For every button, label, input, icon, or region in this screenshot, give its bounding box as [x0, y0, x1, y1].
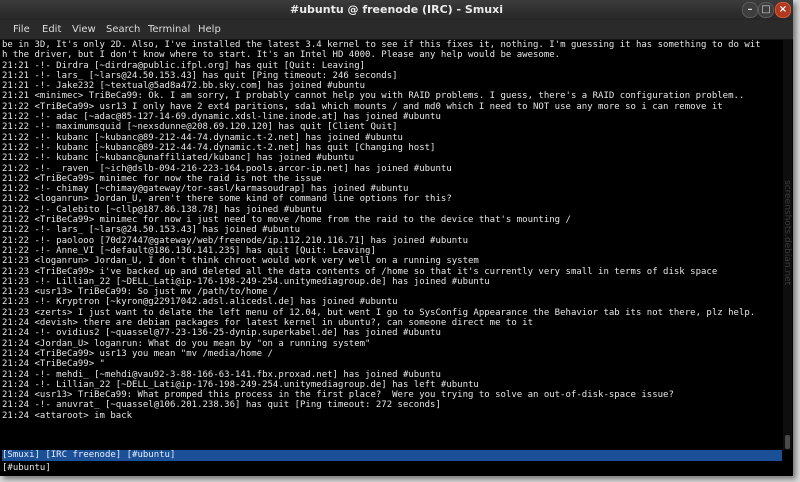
- maximize-icon[interactable]: □: [758, 2, 774, 18]
- log-line: 21:24 <TriBeCa99> ": [2, 359, 105, 370]
- log-line: 21:21 <minimec> TriBeCa99: Ok. I am sorr…: [2, 91, 745, 102]
- log-line: 21:22 <TriBeCa99> minimec for now i just…: [2, 215, 571, 226]
- log-line: 21:22 <TriBeCa99> minimec for now the ra…: [2, 173, 322, 184]
- menu-bar: File Edit View Search Terminal Help: [0, 20, 793, 40]
- log-line: 21:22 -!- chimay [~chimay@gateway/tor-sa…: [2, 184, 409, 195]
- log-line: 21:22 -!- kubanc [~kubanc@unaffiliated/k…: [2, 153, 355, 164]
- minimize-icon[interactable]: –: [742, 2, 758, 18]
- log-line: 21:24 -!- Lillian_22 [~DELL_Lati@ip-176-…: [2, 379, 479, 390]
- menu-edit[interactable]: Edit: [42, 24, 61, 35]
- title-bar: #ubuntu @ freenode (IRC) - Smuxi – □ ×: [0, 0, 793, 20]
- log-line: 21:24 <TriBeCa99> usr13 you mean "mv /me…: [2, 348, 273, 359]
- log-line: be in 3D, It's only 2D. Also, I've insta…: [2, 40, 761, 50]
- log-line: 21:22 <TriBeCa99> usr13 I only have 2 ex…: [2, 101, 723, 112]
- log-line: 21:23 <loganrun> Jordan_U, I don't think…: [2, 256, 479, 267]
- status-line: [Smuxi] [IRC freenode] [#ubuntu]: [2, 450, 782, 461]
- log-line: 21:24 -!- mehdi_ [~mehdi@vau92-3-88-166-…: [2, 369, 441, 380]
- log-line: 21:23 -!- Lillian_22 [~DELL_Lati@ip-176-…: [2, 276, 490, 287]
- log-line: 21:21 -!- Jake232 [~textual@5ad8a472.bb.…: [2, 81, 366, 92]
- log-line: 21:22 -!- paolooo [70d27447@gateway/web/…: [2, 235, 468, 246]
- menu-search[interactable]: Search: [106, 24, 140, 35]
- log-line: 21:23 <usr13> TriBeCa99: So just mv /pat…: [2, 287, 279, 298]
- log-line: 21:24 <attaroot> im back: [2, 410, 133, 421]
- window-title: #ubuntu @ freenode (IRC) - Smuxi: [289, 3, 503, 16]
- log-line: 21:22 -!- Calebito [~cllp@187.86.138.78]…: [2, 204, 322, 215]
- log-line: 21:22 -!- lars_ [~lars@24.50.153.43] has…: [2, 225, 301, 236]
- log-line: 21:23 <TriBeCa99> i've backed up and del…: [2, 266, 718, 277]
- log-line: 21:24 <Jordan_U> loganrun: What do you m…: [2, 338, 371, 349]
- log-line: 21:22 -!- _raven_ [~ich@dslb-094-216-223…: [2, 163, 452, 174]
- message-input[interactable]: [#ubuntu]: [2, 462, 782, 474]
- log-line: h the driver, but I don't know where to …: [2, 50, 561, 61]
- chat-log[interactable]: be in 3D, It's only 2D. Also, I've insta…: [2, 40, 782, 450]
- log-line: 21:24 <devish> there are debian packages…: [2, 318, 534, 329]
- log-line: 21:23 <zerts> I just want to delate the …: [2, 307, 756, 318]
- log-line: 21:24 -!- ovidius2 [~quassel@77-23-136-2…: [2, 328, 441, 339]
- log-line: 21:22 -!- adac [~adac@85-127-14-69.dynam…: [2, 112, 441, 123]
- close-icon[interactable]: ×: [775, 2, 791, 18]
- scrollbar-thumb[interactable]: [785, 435, 790, 449]
- log-line: 21:21 -!- Dirdra [~dirdra@public.ifpl.or…: [2, 60, 366, 71]
- log-line: 21:22 <loganrun> Jordan_U, aren't there …: [2, 194, 452, 205]
- log-line: 21:22 -!- kubanc [~kubanc@89-212-44-74.d…: [2, 142, 436, 153]
- log-line: 21:24 -!- anuvrat_ [~quassel@106.201.238…: [2, 400, 441, 411]
- menu-help[interactable]: Help: [198, 24, 221, 35]
- log-line: 21:22 -!- maximumsquid [~nexsdunne@208.6…: [2, 122, 398, 133]
- menu-terminal[interactable]: Terminal: [148, 24, 190, 35]
- log-line: 21:22 -!- Anne_VI [~default@186.136.141.…: [2, 245, 376, 256]
- log-line: 21:22 -!- kubanc [~kubanc@89-212-44-74.d…: [2, 132, 403, 143]
- terminal-window: #ubuntu @ freenode (IRC) - Smuxi – □ × F…: [0, 0, 793, 476]
- watermark: screenshots.debian.net: [782, 180, 792, 286]
- menu-file[interactable]: File: [13, 24, 30, 35]
- log-line: 21:24 <usr13> TriBeCa99: What promped th…: [2, 390, 674, 401]
- log-line: 21:23 -!- Kryptron [~kyron@g22917042.ads…: [2, 297, 398, 308]
- menu-view[interactable]: View: [72, 24, 96, 35]
- log-line: 21:21 -!- lars_ [~lars@24.50.153.43] has…: [2, 70, 398, 81]
